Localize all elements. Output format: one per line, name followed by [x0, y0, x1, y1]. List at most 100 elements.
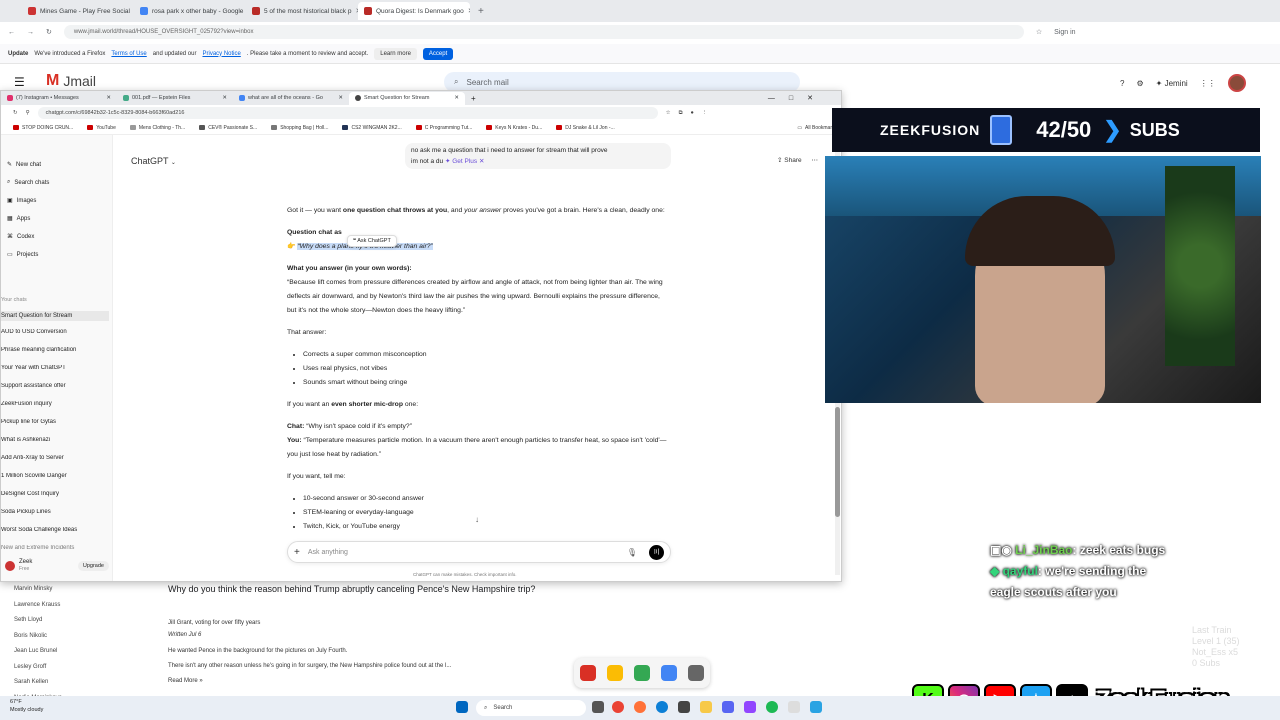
star-icon[interactable]: ☆	[666, 110, 671, 116]
list-item[interactable]: Marvin Minsky	[14, 582, 62, 598]
taskbar-search[interactable]: ⌕ Search	[476, 700, 586, 716]
bookmark-item[interactable]: Keys N Krates - Du...	[486, 125, 542, 131]
sidebar-chat-item[interactable]: Phrase meaning clarification	[1, 347, 109, 353]
plus-icon[interactable]: +	[294, 547, 300, 558]
help-icon[interactable]: ?	[1120, 79, 1124, 88]
apps-button[interactable]: ▦ Apps	[7, 215, 30, 223]
sidebar-chat-item[interactable]: Smart Question for Stream	[1, 311, 109, 321]
get-plus-button[interactable]: ✦ Get Plus ✕	[445, 158, 484, 165]
bookmark-item[interactable]: YouTube	[87, 125, 116, 131]
bookmark-item[interactable]: Mens Clothing - Th...	[129, 125, 185, 131]
new-chat-button[interactable]: ✎ New chat	[7, 161, 41, 169]
list-item[interactable]: Boris Nikolic	[14, 629, 62, 645]
inner-tab-1[interactable]: (7) Instagram • Messages ✕	[1, 92, 117, 105]
terminal-icon[interactable]	[678, 701, 690, 713]
obs-icon[interactable]	[744, 701, 756, 713]
sidebar-chat-item[interactable]: DeSignel Cost Inquiry	[1, 491, 109, 497]
avatar[interactable]	[1227, 74, 1246, 92]
settings-icon[interactable]: ⚙	[1136, 79, 1143, 88]
list-item[interactable]: Lawrence Krauss	[14, 598, 62, 614]
close-icon[interactable]: ✕	[468, 7, 470, 15]
security-icon[interactable]: ⚲	[26, 110, 30, 116]
jemini-button[interactable]: ✦ Jemini	[1156, 79, 1188, 88]
images-button[interactable]: ▣ Images	[7, 197, 36, 205]
article-question[interactable]: Why do you think the reason behind Trump…	[168, 584, 535, 594]
new-tab-icon[interactable]: +	[471, 94, 476, 103]
bookmark-item[interactable]: Shopping Bag | Holl...	[271, 125, 328, 131]
weather-widget[interactable]: 67°F Mostly cloudy	[10, 698, 43, 714]
bookmark-item[interactable]: DJ Snake & Lil Jon -...	[556, 125, 615, 131]
scroll-down-icon[interactable]: ↓	[475, 515, 479, 524]
file-explorer-icon[interactable]	[700, 701, 712, 713]
menu-icon[interactable]: ☰	[14, 75, 25, 89]
task-view-icon[interactable]	[592, 701, 604, 713]
bookmark-item[interactable]: STOP DOING CRUN...	[13, 125, 73, 131]
reload-icon[interactable]: ↻	[46, 28, 52, 36]
sidebar-chat-item[interactable]: Worst Soda Challenge Ideas	[1, 527, 109, 533]
profile-icon[interactable]: ●	[691, 110, 694, 116]
share-button[interactable]: ⇪ Share ⋯	[777, 156, 818, 164]
sidebar-chat-item[interactable]: ZeekFusion inquiry	[1, 401, 109, 407]
new-tab-icon[interactable]: +	[478, 6, 484, 17]
outer-tab-2[interactable]: rosa park x other baby - Google✕	[134, 2, 246, 20]
sidebar-chat-item[interactable]: New and Extreme Incidents	[1, 545, 109, 551]
search-chats-button[interactable]: ⌕ Search chats	[7, 179, 49, 186]
back-icon[interactable]: ←	[8, 29, 15, 36]
voice-mode-icon[interactable]: 〣	[649, 544, 664, 560]
forward-icon[interactable]: →	[27, 29, 34, 36]
apps-grid-icon[interactable]: ⋮⋮	[1200, 79, 1216, 88]
microphone-icon[interactable]: 🎙	[627, 548, 637, 557]
notepad-icon[interactable]	[788, 701, 800, 713]
privacy-link[interactable]: Privacy Notice	[202, 51, 240, 57]
sidebar-chat-item[interactable]: Soda Pickup Lines	[1, 509, 109, 515]
accept-button[interactable]: Accept	[422, 47, 454, 60]
sidebar-chat-item[interactable]: Your Year with ChatGPT	[1, 365, 109, 371]
sidebar-chat-item[interactable]: AUD to USD Conversion	[1, 329, 109, 335]
ask-chatgpt-popup[interactable]: ❝ Ask ChatGPT	[347, 235, 397, 247]
list-item[interactable]: Seth Lloyd	[14, 613, 62, 629]
outer-tab-1[interactable]: Mines Game - Play Free Social✕	[22, 2, 134, 20]
chrome-icon[interactable]	[612, 701, 624, 713]
star-icon[interactable]: ☆	[1036, 28, 1042, 36]
gmail-icon[interactable]	[579, 665, 596, 681]
bookmark-item[interactable]: CS2 WINGMAN 2K2...	[342, 125, 402, 131]
terms-link[interactable]: Terms of Use	[111, 51, 146, 57]
url-field[interactable]: www.jmail.world/thread/HOUSE_OVERSIGHT_0…	[63, 25, 1024, 39]
url-field[interactable]: chatgpt.com/c/69842b32-1c5c-8329-8084-b6…	[37, 107, 658, 119]
read-more-link[interactable]: Read More »	[168, 674, 451, 689]
bookmark-item[interactable]: C Programming Tut...	[415, 125, 472, 131]
close-icon[interactable]: ✕	[454, 95, 459, 101]
photos-icon[interactable]	[606, 665, 623, 681]
scrollbar-thumb[interactable]	[835, 407, 840, 517]
model-selector[interactable]: ChatGPT ⌄	[131, 156, 176, 166]
inner-tab-4[interactable]: Smart Question for Stream ✕	[349, 91, 465, 105]
close-icon[interactable]: ✕	[222, 95, 227, 101]
sidebar-chat-item[interactable]: Support assistance offer	[1, 383, 109, 389]
edge-icon[interactable]	[656, 701, 668, 713]
window-controls[interactable]: —□✕	[768, 94, 827, 102]
apps-grid-icon[interactable]	[688, 665, 705, 681]
sidebar-chat-item[interactable]: 1 Million Scoville Danger	[1, 473, 109, 479]
upgrade-button[interactable]: Upgrade	[77, 561, 109, 571]
outer-tab-4[interactable]: Quora Digest: Is Denmark goo ✕	[358, 2, 470, 20]
windows-start-icon[interactable]	[456, 701, 468, 713]
close-icon[interactable]: ✕	[338, 95, 343, 101]
more-icon[interactable]: ⋮	[702, 110, 708, 116]
close-icon[interactable]: ✕	[106, 95, 111, 101]
inner-tab-2[interactable]: 001.pdf — Epstein Files ✕	[117, 92, 233, 105]
projects-button[interactable]: ▭ Projects	[7, 251, 38, 259]
mail-search-input[interactable]: ⌕ Search mail	[444, 72, 800, 92]
firefox-icon[interactable]	[634, 701, 646, 713]
message-composer[interactable]: + Ask anything 🎙 〣	[287, 541, 671, 563]
user-menu[interactable]: Zeek Free Upgrade	[5, 559, 109, 573]
sidebar-chat-item[interactable]: What is Ashkenazi	[1, 437, 109, 443]
inner-tab-3[interactable]: what are all of the oceans - Go ✕	[233, 92, 349, 105]
extension-icon[interactable]: ⧉	[679, 110, 683, 117]
codex-button[interactable]: ⌘ Codex	[7, 233, 34, 241]
telegram-icon[interactable]	[810, 701, 822, 713]
signin-button[interactable]: Sign in	[1054, 29, 1075, 36]
list-item[interactable]: Jean Luc Brunel	[14, 644, 62, 660]
list-item[interactable]: Sarah Kellen	[14, 675, 62, 691]
jmail-logo[interactable]: M Jmail	[46, 72, 96, 90]
drive-icon[interactable]	[633, 665, 650, 681]
